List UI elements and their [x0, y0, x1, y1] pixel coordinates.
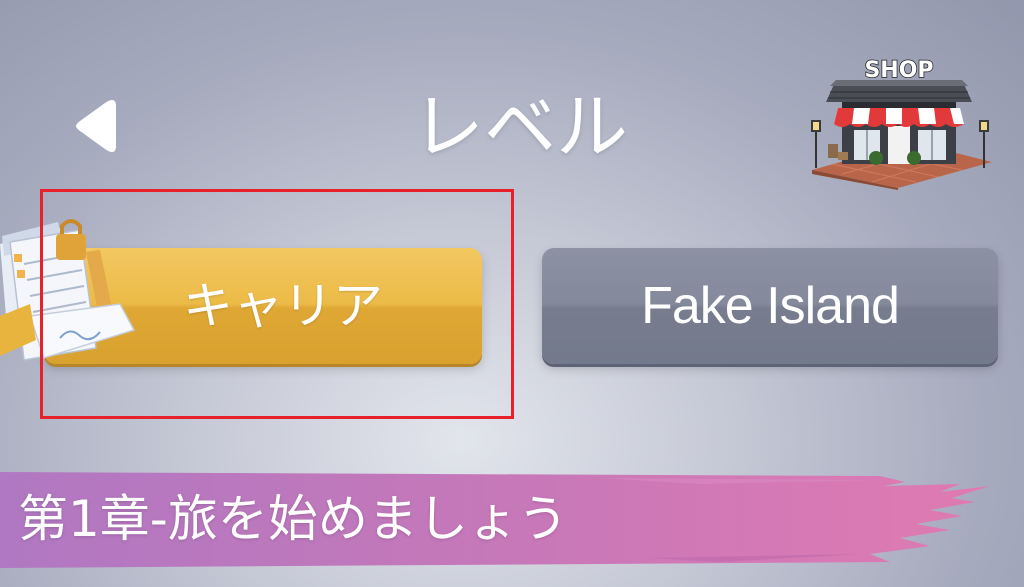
career-button[interactable]: キャリア [44, 248, 482, 364]
shop-button[interactable]: SHOP [802, 57, 998, 190]
svg-text:SHOP: SHOP [864, 58, 933, 83]
back-arrow-icon [76, 100, 116, 152]
chapter-title: 第1章-旅を始めましょう [18, 490, 568, 548]
shop-storefront-icon: SHOP [811, 57, 992, 190]
back-button[interactable] [74, 96, 118, 156]
fake-island-button[interactable]: Fake Island [542, 248, 998, 364]
career-button-label: キャリア [183, 277, 383, 335]
fake-island-button-label: Fake Island [641, 277, 900, 335]
page-title: レベル [411, 85, 628, 169]
